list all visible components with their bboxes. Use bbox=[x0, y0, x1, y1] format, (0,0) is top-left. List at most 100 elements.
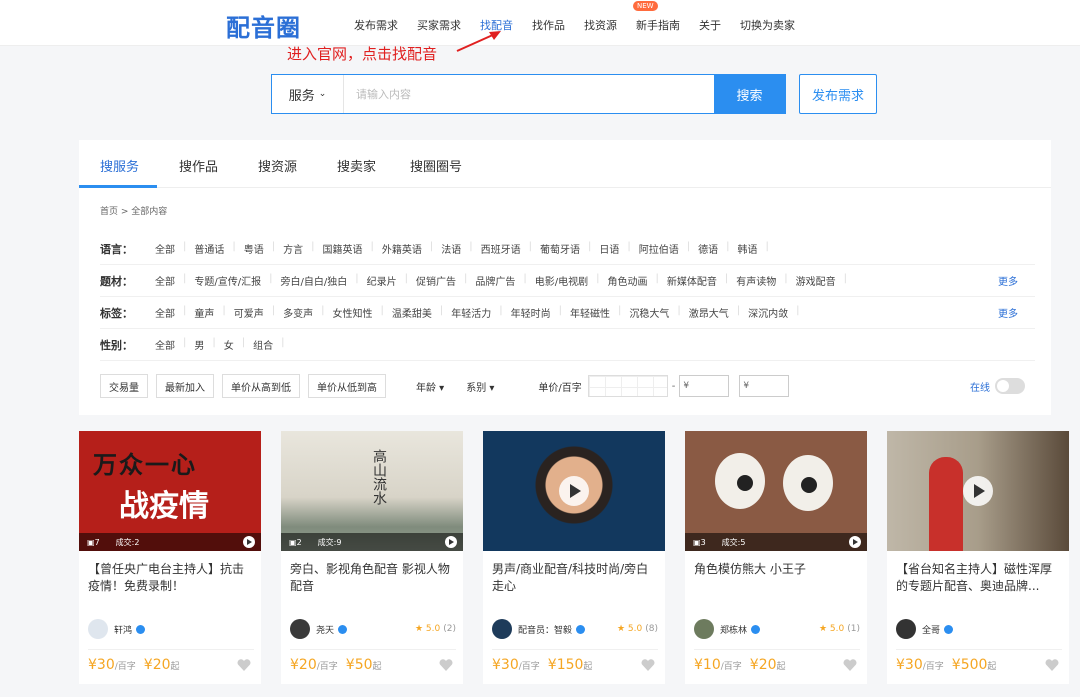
tab-search-sellers[interactable]: 搜卖家 bbox=[337, 156, 376, 175]
service-card[interactable]: 【省台知名主持人】磁性浑厚的专题片配音、奥迪品牌... 全哥 ¥30/百字 ¥5… bbox=[887, 431, 1069, 684]
filter-option[interactable]: 激昂大气 bbox=[689, 305, 729, 320]
filter-option[interactable]: 电影/电视剧 bbox=[535, 273, 588, 288]
service-card[interactable]: 男声/商业配音/科技时尚/旁白走心 配音员：智毅 ★ 5.0 (8) ¥30/百字… bbox=[483, 431, 665, 684]
filter-option[interactable]: 西班牙语 bbox=[481, 241, 521, 256]
filter-option[interactable]: 童声 bbox=[194, 305, 214, 320]
filter-option[interactable]: 游戏配音 bbox=[796, 273, 836, 288]
nav-about[interactable]: 关于 bbox=[699, 17, 721, 33]
filter-option[interactable]: 普通话 bbox=[194, 241, 224, 256]
online-toggle[interactable] bbox=[995, 378, 1025, 394]
filter-option[interactable]: 全部 bbox=[155, 273, 175, 288]
series-dropdown[interactable]: 系别 ▾ bbox=[466, 379, 494, 394]
filter-option[interactable]: 年轻时尚 bbox=[511, 305, 551, 320]
service-card[interactable]: 高山流水 ▣ 2 成交:9 旁白、影视角色配音 影视人物配音 尧天 ★ 5.0(… bbox=[281, 431, 463, 684]
filter-option[interactable]: 旁白/自白/独白 bbox=[281, 273, 348, 288]
sort-by-newest-button[interactable]: 最新加入 bbox=[156, 374, 214, 398]
filter-option[interactable]: 韩语 bbox=[738, 241, 758, 256]
seller-name[interactable]: 全哥 bbox=[922, 623, 940, 636]
filter-option[interactable]: 可爱声 bbox=[234, 305, 264, 320]
avatar[interactable] bbox=[492, 619, 512, 639]
filter-option[interactable]: 深沉内敛 bbox=[748, 305, 788, 320]
nav-guide[interactable]: 新手指南 bbox=[636, 17, 680, 33]
more-link[interactable]: 更多 bbox=[998, 273, 1018, 288]
filter-option[interactable]: 有声读物 bbox=[736, 273, 776, 288]
service-card[interactable]: 万众一心 战疫情 ▣ 7 成交:2 【曾任央广电台主持人】抗击疫情！免费录制！ … bbox=[79, 431, 261, 684]
card-thumbnail[interactable] bbox=[887, 431, 1069, 551]
play-icon[interactable] bbox=[445, 536, 457, 548]
filter-option[interactable]: 德语 bbox=[698, 241, 718, 256]
filter-option[interactable]: 新媒体配音 bbox=[667, 273, 717, 288]
filter-option[interactable]: 组合 bbox=[253, 337, 273, 352]
search-button[interactable]: 搜索 bbox=[714, 75, 785, 113]
filter-option[interactable]: 葡萄牙语 bbox=[540, 241, 580, 256]
filter-option[interactable]: 粤语 bbox=[244, 241, 264, 256]
avatar[interactable] bbox=[88, 619, 108, 639]
avatar[interactable] bbox=[694, 619, 714, 639]
filter-option[interactable]: 日语 bbox=[599, 241, 619, 256]
filter-option[interactable]: 阿拉伯语 bbox=[639, 241, 679, 256]
seller-name[interactable]: 轩鸿 bbox=[114, 623, 132, 636]
filter-option[interactable]: 女性知性 bbox=[333, 305, 373, 320]
filter-option[interactable]: 全部 bbox=[155, 305, 175, 320]
search-type-select[interactable]: 服务 ⌄ bbox=[272, 75, 344, 113]
heart-icon[interactable] bbox=[1045, 659, 1059, 671]
filter-option[interactable]: 多变声 bbox=[283, 305, 313, 320]
seller-name[interactable]: 尧天 bbox=[316, 623, 334, 636]
card-title[interactable]: 【省台知名主持人】磁性浑厚的专题片配音、奥迪品牌... bbox=[896, 561, 1062, 595]
filter-option[interactable]: 男 bbox=[194, 337, 204, 352]
seller-name[interactable]: 配音员：智毅 bbox=[518, 623, 572, 636]
filter-option[interactable]: 法语 bbox=[441, 241, 461, 256]
sort-by-volume-button[interactable]: 交易量 bbox=[100, 374, 148, 398]
filter-option[interactable]: 年轻活力 bbox=[451, 305, 491, 320]
nav-switch-seller[interactable]: 切换为卖家 bbox=[740, 17, 795, 33]
tab-search-resources[interactable]: 搜资源 bbox=[258, 156, 297, 175]
play-icon[interactable] bbox=[559, 476, 589, 506]
filter-option[interactable]: 全部 bbox=[155, 241, 175, 256]
more-link[interactable]: 更多 bbox=[998, 305, 1018, 320]
publish-demand-button[interactable]: 发布需求 bbox=[799, 74, 877, 114]
seller-name[interactable]: 郑栋林 bbox=[720, 623, 747, 636]
tab-search-works[interactable]: 搜作品 bbox=[179, 156, 218, 175]
card-thumbnail[interactable]: 高山流水 ▣ 2 成交:9 bbox=[281, 431, 463, 551]
card-thumbnail[interactable]: 万众一心 战疫情 ▣ 7 成交:2 bbox=[79, 431, 261, 551]
card-title[interactable]: 男声/商业配音/科技时尚/旁白走心 bbox=[492, 561, 658, 595]
logo[interactable]: 配音圈 bbox=[226, 8, 301, 43]
price-max-input[interactable]: ¥ bbox=[739, 375, 790, 397]
filter-option[interactable]: 纪录片 bbox=[367, 273, 397, 288]
filter-option[interactable]: 外籍英语 bbox=[382, 241, 422, 256]
play-icon[interactable] bbox=[243, 536, 255, 548]
tab-search-services[interactable]: 搜服务 bbox=[100, 156, 139, 175]
filter-option[interactable]: 女 bbox=[224, 337, 234, 352]
price-min-input[interactable]: ¥ bbox=[679, 375, 730, 397]
card-title[interactable]: 旁白、影视角色配音 影视人物配音 bbox=[290, 561, 456, 595]
sort-price-desc-button[interactable]: 单价从高到低 bbox=[222, 374, 300, 398]
filter-option[interactable]: 全部 bbox=[155, 337, 175, 352]
filter-option[interactable]: 专题/宣传/汇报 bbox=[194, 273, 261, 288]
service-card[interactable]: ▣ 3 成交:5 角色模仿熊大 小王子 郑栋林 ★ 5.0 (1) ¥10/百字 … bbox=[685, 431, 867, 684]
filter-option[interactable]: 沉稳大气 bbox=[629, 305, 669, 320]
price-slider[interactable] bbox=[587, 375, 668, 397]
filter-option[interactable]: 品牌广告 bbox=[475, 273, 515, 288]
sort-price-asc-button[interactable]: 单价从低到高 bbox=[308, 374, 386, 398]
heart-icon[interactable] bbox=[439, 659, 453, 671]
nav-publish-demand[interactable]: 发布需求 bbox=[354, 17, 398, 33]
card-thumbnail[interactable]: ▣ 3 成交:5 bbox=[685, 431, 867, 551]
avatar[interactable] bbox=[290, 619, 310, 639]
card-title[interactable]: 【曾任央广电台主持人】抗击疫情！免费录制！ bbox=[88, 561, 254, 595]
filter-option[interactable]: 温柔甜美 bbox=[392, 305, 432, 320]
nav-find-works[interactable]: 找作品 bbox=[532, 17, 565, 33]
age-dropdown[interactable]: 年龄 ▾ bbox=[416, 379, 444, 394]
nav-find-resources[interactable]: 找资源 bbox=[584, 17, 617, 33]
play-icon[interactable] bbox=[849, 536, 861, 548]
filter-option[interactable]: 角色动画 bbox=[608, 273, 648, 288]
heart-icon[interactable] bbox=[237, 659, 251, 671]
play-icon[interactable] bbox=[963, 476, 993, 506]
card-thumbnail[interactable] bbox=[483, 431, 665, 551]
tab-search-circle-id[interactable]: 搜圈圈号 bbox=[410, 156, 462, 175]
filter-option[interactable]: 年轻磁性 bbox=[570, 305, 610, 320]
search-input[interactable] bbox=[344, 75, 714, 113]
heart-icon[interactable] bbox=[843, 659, 857, 671]
heart-icon[interactable] bbox=[641, 659, 655, 671]
filter-option[interactable]: 促销广告 bbox=[416, 273, 456, 288]
card-title[interactable]: 角色模仿熊大 小王子 bbox=[694, 561, 860, 595]
